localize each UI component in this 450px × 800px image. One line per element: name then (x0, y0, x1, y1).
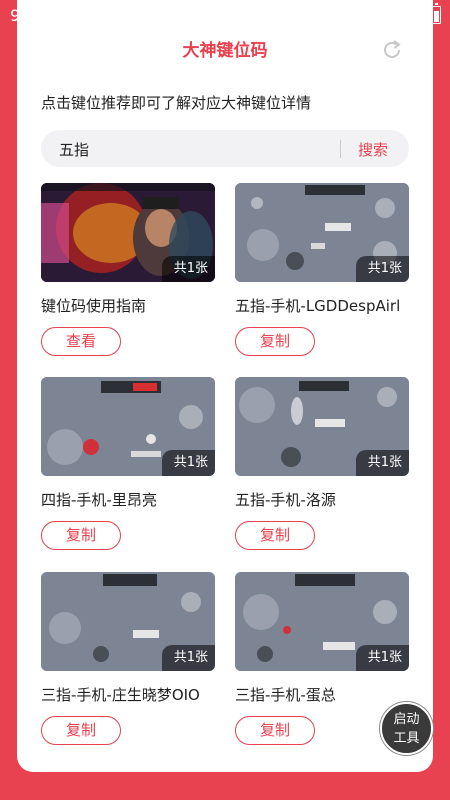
search-button[interactable]: 搜索 (358, 139, 388, 160)
image-count-badge: 共1张 (355, 256, 409, 282)
thumbnail-layout[interactable]: 共1张 (41, 377, 215, 476)
grid-item-guide[interactable]: 共1张 键位码使用指南 查看 (41, 183, 215, 363)
copy-button[interactable]: 复制 (41, 716, 121, 745)
thumbnail-layout[interactable]: 共1张 (41, 572, 215, 671)
copy-button[interactable]: 复制 (235, 521, 315, 550)
item-title: 四指-手机-里昂亮 (41, 491, 157, 509)
item-title: 键位码使用指南 (41, 297, 147, 315)
copy-button[interactable]: 复制 (235, 716, 315, 745)
view-button[interactable]: 查看 (41, 327, 121, 356)
grid-item-layout[interactable]: 共1张 三指-手机-庄生晓梦OIO 复制 (41, 572, 215, 752)
image-count-badge: 共1张 (161, 450, 215, 476)
thumbnail-guide[interactable]: 共1张 (41, 183, 215, 282)
launch-tool-line1: 启动 (393, 712, 420, 727)
launch-tool-button[interactable]: 启动 工具 (380, 702, 433, 755)
launch-tool-line2: 工具 (393, 731, 420, 746)
item-title: 三指-手机-蛋总 (235, 686, 336, 704)
search-divider (340, 140, 341, 158)
thumbnail-layout[interactable]: 共1张 (235, 572, 409, 671)
image-count-badge: 共1张 (161, 256, 215, 282)
grid-item-layout[interactable]: 共1张 五指-手机-洛源 复制 (235, 377, 409, 557)
item-title: 三指-手机-庄生晓梦OIO (41, 686, 200, 704)
item-title: 五指-手机-LGDDespAirl (235, 297, 401, 315)
intro-text: 点击键位推荐即可了解对应大神键位详情 (41, 94, 312, 112)
copy-button[interactable]: 复制 (41, 521, 121, 550)
grid-item-layout[interactable]: 共1张 四指-手机-里昂亮 复制 (41, 377, 215, 557)
grid-item-layout[interactable]: 共1张 五指-手机-LGDDespAirl 复制 (235, 183, 409, 363)
main-card: 大神键位码 点击键位推荐即可了解对应大神键位详情 五指 搜索 共1张 键位码使用… (17, 0, 433, 772)
search-bar[interactable]: 五指 搜索 (41, 130, 409, 167)
page-title: 大神键位码 (182, 41, 268, 61)
image-count-badge: 共1张 (355, 645, 409, 671)
refresh-icon[interactable] (381, 39, 403, 61)
search-input[interactable]: 五指 (59, 139, 89, 160)
battery-icon (432, 3, 441, 24)
thumbnail-layout[interactable]: 共1张 (235, 183, 409, 282)
thumbnail-layout[interactable]: 共1张 (235, 377, 409, 476)
image-count-badge: 共1张 (161, 645, 215, 671)
copy-button[interactable]: 复制 (235, 327, 315, 356)
item-title: 五指-手机-洛源 (235, 491, 336, 509)
image-count-badge: 共1张 (355, 450, 409, 476)
